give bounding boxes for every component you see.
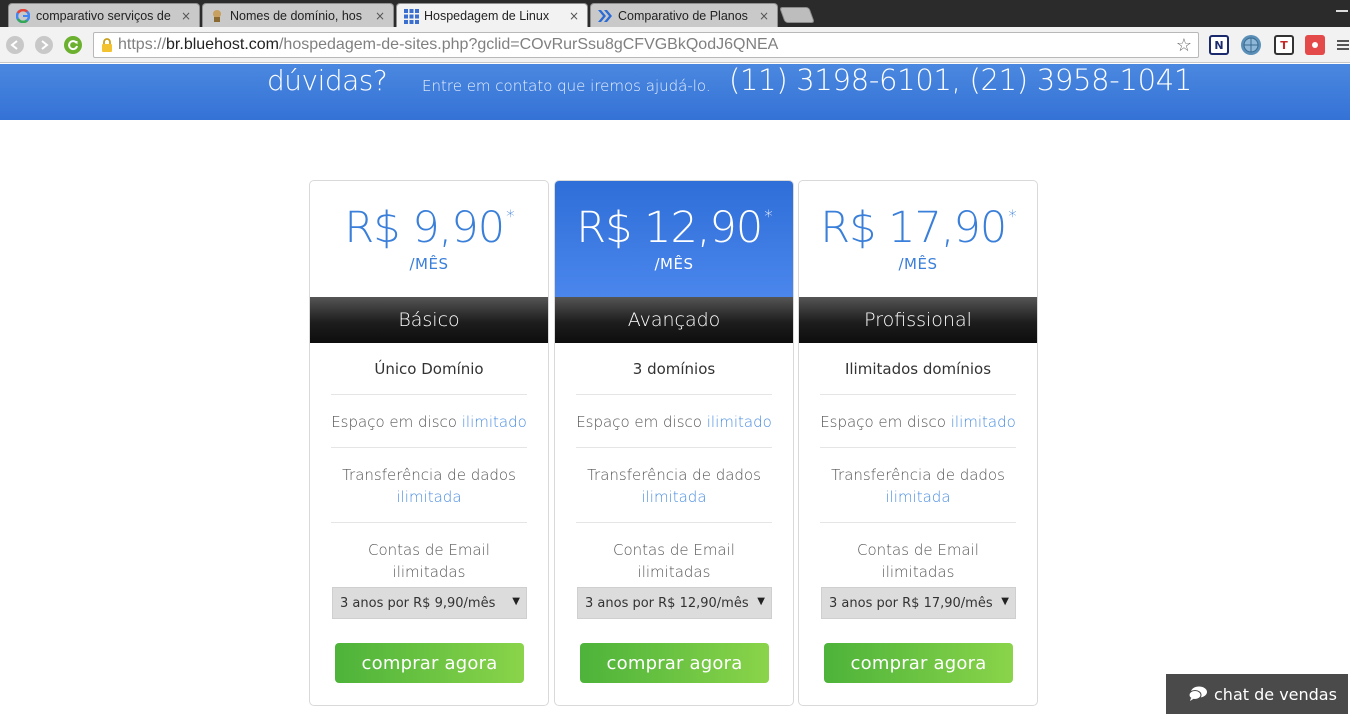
new-tab-button[interactable] [779, 7, 815, 23]
plan-card-avancado: R$ 12,90 * /MÊS Avançado 3 domínios Espaç… [554, 180, 794, 706]
feature-domains: 3 domínios [632, 360, 716, 378]
gnu-icon [209, 8, 225, 24]
divider [576, 394, 772, 395]
close-icon[interactable]: × [567, 9, 581, 23]
extension-t-icon[interactable]: T [1274, 35, 1294, 55]
tab-title: comparativo serviços de [36, 8, 171, 23]
bookmark-star-icon[interactable]: ☆ [1176, 35, 1192, 56]
back-arrow-icon[interactable] [6, 36, 24, 54]
feature-email: Contas de Email ilimitadas [613, 541, 735, 581]
divider [331, 447, 527, 448]
buy-now-button[interactable]: comprar agora [580, 643, 769, 683]
chat-bubble-icon [1188, 686, 1208, 702]
plan-period: /MÊS [654, 255, 694, 273]
price-area: R$ 17,90 * /MÊS [799, 181, 1037, 297]
plan-price: R$ 12,90 * [576, 203, 772, 253]
divider [820, 394, 1016, 395]
url-scheme: https:// [118, 36, 167, 53]
term-select[interactable]: 3 anos por R$ 12,90/mês ▼ [577, 587, 772, 619]
tab-strip: comparativo serviços de × Nomes de domín… [0, 0, 1350, 28]
browser-toolbar: https://br.bluehost.com/hospedagem-de-si… [0, 27, 1350, 63]
buy-now-button[interactable]: comprar agora [335, 643, 524, 683]
feature-transfer: Transferência de dados ilimitada [342, 466, 516, 506]
feature-email: Contas de Email ilimitadas [368, 541, 490, 581]
close-icon[interactable]: × [757, 9, 771, 23]
extension-record-icon[interactable] [1305, 35, 1325, 55]
window-menu-icon[interactable] [1334, 4, 1350, 20]
lock-icon [101, 38, 113, 52]
plan-name: Profissional [799, 297, 1037, 343]
banner-question: dúvidas? [267, 64, 388, 97]
page-content: dúvidas? Entre em contato que iremos aju… [0, 63, 1350, 714]
chevron-down-icon: ▼ [757, 596, 765, 607]
chat-sales-button[interactable]: chat de vendas [1166, 674, 1348, 714]
forward-arrow-icon[interactable] [35, 36, 53, 54]
divider [331, 394, 527, 395]
feature-email: Contas de Email ilimitadas [857, 541, 979, 581]
price-area: R$ 12,90 * /MÊS [555, 181, 793, 297]
chevron-logo-icon [597, 8, 613, 24]
plan-price: R$ 17,90 * [820, 203, 1016, 253]
chrome-menu-icon[interactable] [1333, 35, 1350, 55]
close-icon[interactable]: × [373, 9, 387, 23]
feature-disk: Espaço em disco ilimitado [331, 413, 527, 431]
plan-period: /MÊS [409, 255, 449, 273]
chevron-down-icon: ▼ [1001, 596, 1009, 607]
feature-domains: Único Domínio [374, 360, 484, 378]
tab-comparativo-servicos[interactable]: comparativo serviços de × [8, 3, 200, 27]
chat-label: chat de vendas [1214, 684, 1337, 704]
divider [331, 522, 527, 523]
feature-transfer: Transferência de dados ilimitada [587, 466, 761, 506]
tab-comparativo-planos[interactable]: Comparativo de Planos × [590, 3, 778, 27]
address-bar[interactable]: https://br.bluehost.com/hospedagem-de-si… [93, 32, 1199, 58]
feature-disk: Espaço em disco ilimitado [576, 413, 772, 431]
divider [576, 447, 772, 448]
tab-title: Nomes de domínio, hos [230, 8, 363, 23]
plan-price: R$ 9,90 * [344, 203, 514, 253]
term-select[interactable]: 3 anos por R$ 17,90/mês ▼ [821, 587, 1016, 619]
divider [820, 447, 1016, 448]
feature-disk: Espaço em disco ilimitado [820, 413, 1016, 431]
term-select[interactable]: 3 anos por R$ 9,90/mês ▼ [332, 587, 527, 619]
reload-icon[interactable] [64, 36, 82, 54]
banner-phone-numbers[interactable]: (11) 3198-6101, (21) 3958-1041 [729, 63, 1192, 97]
plan-card-profissional: R$ 17,90 * /MÊS Profissional Ilimitados d… [798, 180, 1038, 706]
plan-period: /MÊS [898, 255, 938, 273]
grid-icon [403, 8, 419, 24]
plan-card-basico: R$ 9,90 * /MÊS Básico Único Domínio Espaç… [309, 180, 549, 706]
contact-banner: dúvidas? Entre em contato que iremos aju… [0, 63, 1350, 120]
tab-title: Hospedagem de Linux [424, 9, 550, 23]
close-icon[interactable]: × [179, 9, 193, 23]
tab-hospedagem-linux[interactable]: Hospedagem de Linux × [396, 3, 588, 28]
extension-n-icon[interactable]: N [1209, 35, 1229, 55]
feature-domains: Ilimitados domínios [844, 360, 992, 378]
google-g-icon [15, 8, 31, 24]
plan-name: Avançado [555, 297, 793, 343]
price-area: R$ 9,90 * /MÊS [310, 181, 548, 297]
url-path: /hospedagem-de-sites.php?gclid=COvRurSsu… [278, 36, 779, 53]
divider [576, 522, 772, 523]
feature-transfer: Transferência de dados ilimitada [831, 466, 1005, 506]
plan-name: Básico [310, 297, 548, 343]
url-host: br.bluehost.com [166, 36, 279, 53]
buy-now-button[interactable]: comprar agora [824, 643, 1013, 683]
tab-nomes-dominio[interactable]: Nomes de domínio, hos × [202, 3, 394, 27]
divider [820, 522, 1016, 523]
chevron-down-icon: ▼ [512, 596, 520, 607]
banner-contact-text: Entre em contato que iremos ajudá-lo. [422, 77, 711, 95]
extension-globe-icon[interactable] [1241, 35, 1261, 55]
tab-title: Comparativo de Planos [618, 8, 748, 23]
